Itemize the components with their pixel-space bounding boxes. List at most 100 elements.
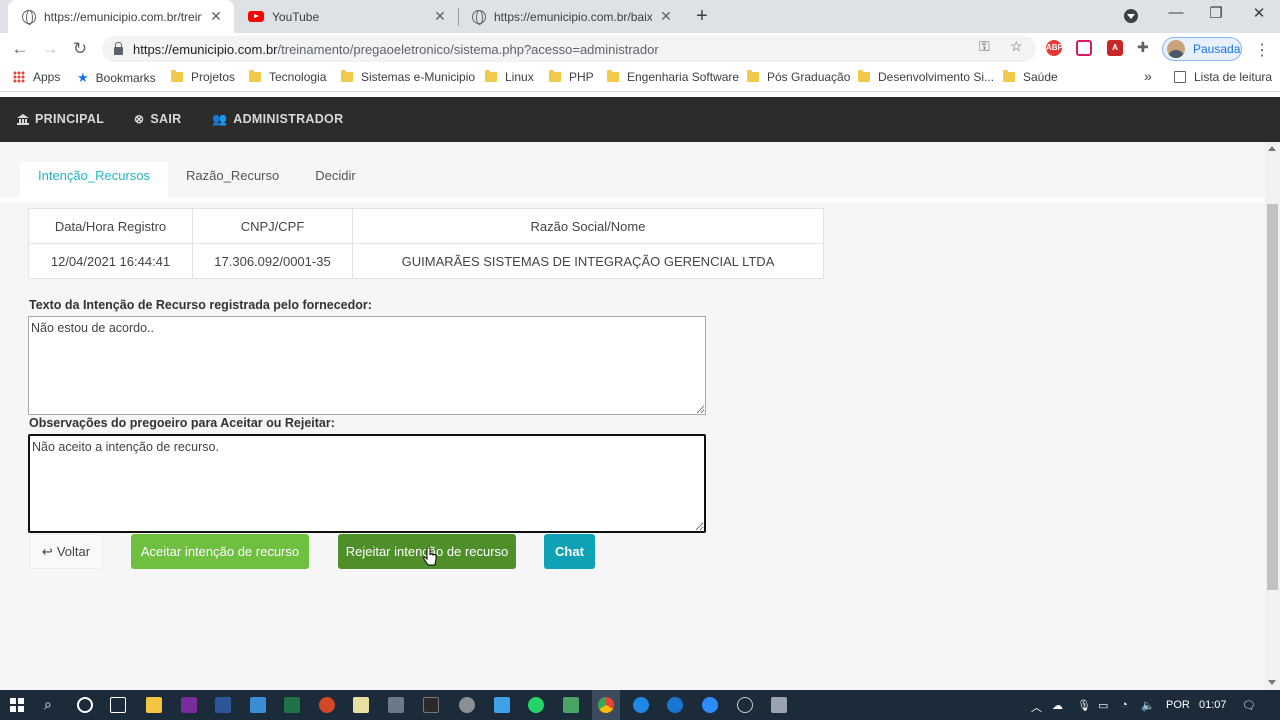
window-close-icon[interactable]: ✕ [1249,4,1269,22]
bookmark-tecnologia[interactable]: Tecnologia [249,70,326,84]
tab-decidir[interactable]: Decidir [297,162,373,200]
col-razao-social: Razão Social/Nome [352,208,824,244]
tab-intencao-recursos[interactable]: Intenção_Recursos [20,162,169,200]
bookmark-pos-graduacao[interactable]: Pós Graduação [747,70,850,84]
bookmark-apps[interactable]: Apps [13,70,60,84]
bookmark-linux[interactable]: Linux [485,70,534,84]
search-icon[interactable]: ⌕ [44,696,52,713]
folder-icon [858,70,870,82]
observacoes-textarea[interactable]: Não aceito a intenção de recurso. [28,434,706,533]
url-path: /treinamento/pregaoeletronico/sistema.ph… [277,41,659,57]
mail-icon[interactable] [250,697,266,713]
browser-tab-title: https://emunicipio.com.br/treina [44,9,202,24]
nav-sair-label: SAIR [150,112,182,126]
bolt-icon[interactable] [494,697,510,713]
volume-icon[interactable]: 🔈 [1141,699,1155,712]
apps-grid-icon [13,71,25,83]
profile-button[interactable]: Pausada [1162,37,1242,61]
chevron-up-icon[interactable]: ︿ [1031,699,1042,715]
word-icon[interactable] [215,697,231,713]
tab-search-icon[interactable] [1124,9,1138,23]
excel-icon[interactable] [284,697,300,713]
back-arrow-icon[interactable]: ← [9,38,31,60]
intent-textarea[interactable]: Não estou de acordo.. [28,316,706,415]
file-explorer-icon[interactable] [146,697,162,713]
monitor-app-icon[interactable] [771,697,787,713]
task-view-icon[interactable] [110,697,126,713]
browser-tab-youtube[interactable]: YouTube ✕ [234,0,458,33]
scroll-down-icon[interactable] [1268,680,1276,685]
onenote-icon[interactable] [181,697,197,713]
cloud-icon[interactable]: ☁ [1052,699,1063,712]
intent-text-label: Texto da Intenção de Recurso registrada … [29,298,372,312]
avatar [1167,40,1185,58]
reading-list-button[interactable]: Lista de leitura [1174,70,1272,84]
accept-intent-button[interactable]: Aceitar intenção de recurso [131,534,309,569]
close-icon[interactable]: ✕ [658,8,674,25]
edge-icon[interactable] [633,697,649,713]
main-content: Intenção_Recursos Razão_Recurso Decidir … [0,142,1265,690]
microphone-icon[interactable]: 🎙 [1077,699,1091,712]
wifi-icon[interactable]: ◔ [1121,699,1128,711]
app-icon[interactable] [459,697,475,713]
menu-kebab-icon[interactable]: ⋮ [1254,40,1270,60]
registro-table: Data/Hora Registro CNPJ/CPF Razão Social… [28,208,824,279]
adblock-icon[interactable]: ABP [1046,40,1063,56]
bookmark-php[interactable]: PHP [549,70,594,84]
bookmark-bookmarks[interactable]: ★ Bookmarks [77,70,156,86]
language-indicator[interactable]: POR [1166,699,1190,711]
pocket-icon[interactable] [1076,40,1092,56]
scroll-thumb[interactable] [1267,204,1278,590]
scroll-up-icon[interactable] [1268,146,1276,151]
bookmark-label: Bookmarks [95,71,156,85]
close-icon[interactable]: ✕ [432,8,448,25]
nav-sair[interactable]: ⊗ SAIR [134,112,181,126]
back-button-label: Voltar [56,544,91,559]
nav-administrador[interactable]: 👥 ADMINISTRADOR [212,112,343,126]
back-button[interactable]: ↩ Voltar [29,534,103,569]
page-tabs: Intenção_Recursos Razão_Recurso Decidir [20,162,374,200]
tool-icon[interactable] [388,697,404,713]
browser-tab-download[interactable]: https://emunicipio.com.br/baixa ✕ [458,0,684,33]
forward-arrow-icon[interactable]: → [39,38,61,60]
ie-icon[interactable] [667,697,683,713]
clock-time[interactable]: 01:07 [1199,699,1227,711]
browser-tab-active[interactable]: https://emunicipio.com.br/treina ✕ [8,0,234,33]
chat-button[interactable]: Chat [544,534,595,569]
minimize-icon[interactable]: — [1166,4,1186,21]
page-scrollbar[interactable] [1265,142,1280,690]
new-tab-icon[interactable]: + [692,5,712,28]
bookmark-engenharia[interactable]: Engenharia Software [607,70,739,84]
clock-app-icon[interactable] [737,697,753,713]
powerpoint-icon[interactable] [319,697,335,713]
close-icon[interactable]: ✕ [208,8,224,25]
col-cnpj: CNPJ/CPF [192,208,353,244]
whatsapp-icon[interactable] [528,697,544,713]
power-icon: ⊗ [134,112,145,126]
bookmark-sistemas[interactable]: Sistemas e-Municipio [341,70,475,84]
bookmark-desenvolvimento[interactable]: Desenvolvimento Si... [858,70,994,84]
notifications-icon[interactable]: 🗨 [1242,699,1256,712]
battery-icon[interactable]: ▭ [1098,699,1108,712]
restore-icon[interactable]: ❐ [1206,4,1226,22]
bookmark-saude[interactable]: Saúde [1003,70,1058,84]
reload-icon[interactable]: ↻ [69,38,91,60]
bookmark-star-icon[interactable]: ☆ [1010,38,1023,55]
address-bar[interactable]: https://emunicipio.com.br/treinamento/pr… [102,36,1036,62]
sheet-app-icon[interactable] [563,697,579,713]
pdf-icon[interactable]: A [1107,40,1123,56]
bookmark-label: Projetos [191,70,236,84]
windows-start-icon[interactable] [10,698,24,712]
chrome-icon[interactable] [598,697,614,713]
more-bookmarks-icon[interactable]: » [1144,68,1152,84]
cortana-icon[interactable] [77,697,93,713]
tab-razao-recurso[interactable]: Razão_Recurso [168,162,297,200]
users-icon: 👥 [212,112,228,126]
nav-principal[interactable]: PRINCIPAL [17,112,104,126]
key-icon[interactable]: ⚿ [979,38,990,55]
extensions-puzzle-icon[interactable]: ✚ [1137,39,1149,56]
zoom-icon[interactable] [702,697,718,713]
bookmark-projetos[interactable]: Projetos [171,70,235,84]
terminal-icon[interactable] [423,697,439,713]
notepad-icon[interactable] [353,697,369,713]
